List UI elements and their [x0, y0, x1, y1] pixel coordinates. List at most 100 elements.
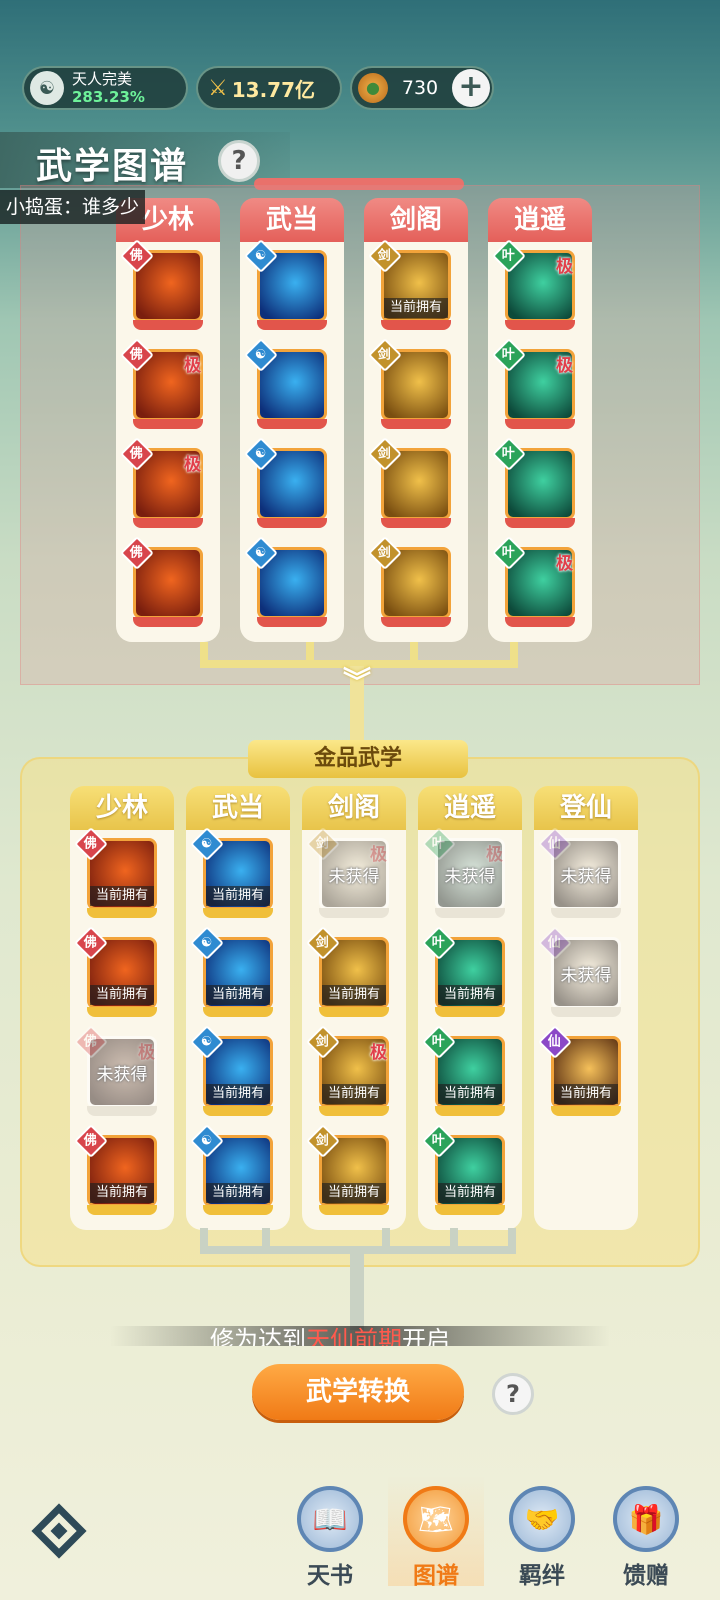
upper-column-wudang: 武当 ☯ ☯ ☯ ☯ [240, 198, 344, 642]
tile-base [319, 1205, 389, 1215]
extreme-badge: 极 [556, 554, 573, 574]
add-currency-button[interactable]: + [452, 69, 490, 107]
tile-base [203, 908, 273, 918]
skill-tile[interactable]: 叶当前拥有 [422, 1124, 505, 1215]
upper-column-shaolin: 少林佛佛极佛极佛 [116, 198, 220, 642]
skill-tile[interactable]: 佛极 [120, 338, 203, 429]
skill-tile[interactable]: 叶极 [492, 338, 575, 429]
lower-column-jiange: 剑阁剑极未获得剑当前拥有剑极当前拥有剑当前拥有 [302, 786, 406, 1230]
tile-base [203, 1106, 273, 1116]
lower-column-wudang: 武当 ☯ 当前拥有 ☯ 当前拥有 ☯ 当前拥有 ☯ 当前拥有 [186, 786, 290, 1230]
tile-base [87, 1205, 157, 1215]
skill-tile[interactable]: 佛 [120, 239, 203, 330]
owned-label: 当前拥有 [206, 1084, 270, 1104]
skill-tile[interactable]: 佛极 [120, 437, 203, 528]
nav-label: 馈赠 [623, 1563, 669, 1589]
owned-label: 当前拥有 [438, 985, 502, 1005]
skill-tile[interactable]: 剑 [368, 536, 451, 627]
not-obtained-label: 未获得 [560, 867, 612, 887]
skill-tile[interactable]: ☯ 当前拥有 [190, 1124, 273, 1215]
skill-tile[interactable]: ☯ 当前拥有 [190, 1025, 273, 1116]
skill-tile[interactable]: 剑当前拥有 [306, 1124, 389, 1215]
crossed-swords-icon: ⚔ [208, 75, 228, 101]
extreme-badge: 极 [184, 455, 201, 475]
not-obtained-label: 未获得 [96, 1065, 148, 1085]
owned-label: 当前拥有 [90, 985, 154, 1005]
skill-tile[interactable]: 叶极 [492, 536, 575, 627]
skill-tile[interactable]: 剑 [368, 437, 451, 528]
realm-badge[interactable]: ☯ 天人完美 283.23% [22, 66, 188, 110]
skill-tile[interactable]: ☯ [244, 437, 327, 528]
skill-tile[interactable]: 剑当前拥有 [306, 926, 389, 1017]
skill-tile[interactable]: ☯ [244, 536, 327, 627]
skill-tile[interactable]: 叶极未获得 [422, 827, 505, 918]
column-header: 剑阁 [364, 198, 468, 242]
nav-label: 图谱 [413, 1563, 459, 1589]
lower-column-shaolin: 少林佛当前拥有佛当前拥有佛极未获得佛当前拥有 [70, 786, 174, 1230]
tile-base [435, 908, 505, 918]
skill-tile[interactable]: 叶极 [492, 239, 575, 330]
nav-tianshu[interactable]: 📖 天书 [282, 1476, 378, 1589]
skill-tile[interactable]: 佛极未获得 [74, 1025, 157, 1116]
tile-base [133, 518, 203, 528]
tile-base [319, 908, 389, 918]
skill-tile[interactable]: 仙当前拥有 [538, 1025, 621, 1116]
skill-tile[interactable]: 佛当前拥有 [74, 1124, 157, 1215]
help-button[interactable]: ? [218, 140, 260, 182]
tile-base [257, 320, 327, 330]
not-obtained-label: 未获得 [444, 867, 496, 887]
skill-tile[interactable]: 叶当前拥有 [422, 1025, 505, 1116]
tile-base [203, 1007, 273, 1017]
skill-tile[interactable]: 叶当前拥有 [422, 926, 505, 1017]
book-icon: 📖 [297, 1486, 363, 1552]
tile-base [133, 617, 203, 627]
extreme-badge: 极 [556, 356, 573, 376]
extreme-badge: 极 [370, 1043, 387, 1063]
tile-base [87, 908, 157, 918]
lower-column-xiaoyao: 逍遥叶极未获得叶当前拥有叶当前拥有叶当前拥有 [418, 786, 522, 1230]
tile-base [319, 1007, 389, 1017]
column-header: 剑阁 [302, 786, 406, 830]
nav-tupu[interactable]: 🗺 图谱 [388, 1476, 484, 1589]
skill-tile[interactable]: 仙未获得 [538, 827, 621, 918]
skill-tile[interactable]: 剑 [368, 338, 451, 429]
tile-base [133, 419, 203, 429]
skill-tile[interactable]: 叶 [492, 437, 575, 528]
chevron-down-icon: ︾ [343, 665, 372, 698]
cultivator-avatar-icon: ☯ [30, 71, 64, 105]
column-header: 武当 [186, 786, 290, 830]
owned-label: 当前拥有 [322, 985, 386, 1005]
lower-column-dengxian: 登仙仙未获得仙未获得仙当前拥有 [534, 786, 638, 1230]
skill-tile[interactable]: 剑极当前拥有 [306, 1025, 389, 1116]
owned-label: 当前拥有 [322, 1183, 386, 1203]
skill-tile[interactable]: ☯ 当前拥有 [190, 827, 273, 918]
nav-jiban[interactable]: 🤝 羁绊 [494, 1476, 590, 1589]
extreme-badge: 极 [184, 356, 201, 376]
skill-tile[interactable]: 佛当前拥有 [74, 827, 157, 918]
column-body: 叶极未获得叶当前拥有叶当前拥有叶当前拥有 [418, 827, 522, 1230]
skill-tile[interactable]: ☯ 当前拥有 [190, 926, 273, 1017]
extreme-badge: 极 [556, 257, 573, 277]
gold-tier-label: 金品武学 [248, 740, 468, 778]
skill-tile[interactable]: 佛当前拥有 [74, 926, 157, 1017]
menu-logo-icon[interactable] [26, 1498, 92, 1564]
notice-suffix: 开启 [402, 1326, 450, 1346]
upper-column-xiaoyao: 逍遥叶极叶极叶叶极 [488, 198, 592, 642]
skill-tile[interactable]: 佛 [120, 536, 203, 627]
skill-tile[interactable]: ☯ [244, 338, 327, 429]
skill-tile[interactable]: 剑极未获得 [306, 827, 389, 918]
skill-tile[interactable]: ☯ [244, 239, 327, 330]
handshake-icon: 🤝 [509, 1486, 575, 1552]
help-button-bottom[interactable]: ? [492, 1373, 534, 1415]
nav-kuizeng[interactable]: 🎁 馈赠 [598, 1476, 694, 1589]
owned-label: 当前拥有 [438, 1183, 502, 1203]
tile-base [435, 1007, 505, 1017]
skill-tile[interactable]: 剑当前拥有 [368, 239, 451, 330]
tile-base [435, 1106, 505, 1116]
skill-convert-button[interactable]: 武学转换 [252, 1364, 464, 1420]
tile-base [551, 908, 621, 918]
chat-message[interactable]: 小捣蛋：谁多少 [0, 190, 146, 224]
tile-base [133, 320, 203, 330]
skill-tile[interactable]: 仙未获得 [538, 926, 621, 1017]
column-body: ☯ 当前拥有 ☯ 当前拥有 ☯ 当前拥有 ☯ 当前拥有 [186, 827, 290, 1230]
